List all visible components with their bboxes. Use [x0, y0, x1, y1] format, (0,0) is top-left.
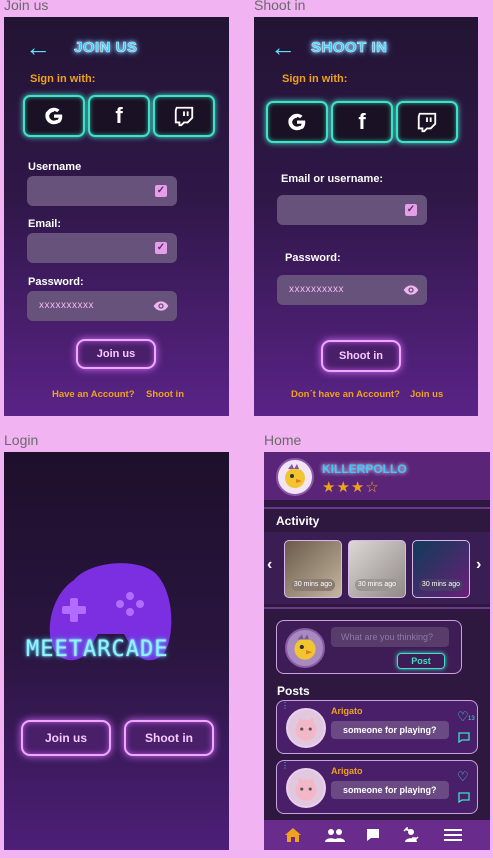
divider: [264, 607, 490, 609]
twitch-icon: [417, 112, 437, 133]
activity-carousel: ‹ 30 mins ago 30 mins ago 30 mins ago ›: [264, 532, 490, 604]
shoot-in-button[interactable]: Shoot in: [124, 720, 214, 756]
post-button[interactable]: Post: [397, 653, 445, 669]
back-arrow-icon[interactable]: ←: [270, 34, 296, 60]
username-field[interactable]: ✓: [27, 176, 177, 206]
shoot-in-button[interactable]: Shoot in: [321, 340, 401, 372]
username-label: Username: [28, 161, 82, 173]
bottom-nav: [264, 820, 490, 850]
activity-item-1[interactable]: 30 mins ago: [284, 540, 342, 598]
page-title: JOIN US: [74, 39, 138, 57]
heart-icon[interactable]: ♡: [457, 709, 469, 725]
password-label: Password:: [285, 252, 341, 264]
frame-label-login: Login: [4, 432, 39, 448]
posts-title: Posts: [277, 684, 310, 698]
check-icon: ✓: [155, 185, 167, 197]
more-options-icon[interactable]: ⋮: [281, 702, 289, 710]
page-title: SHOOT IN: [311, 39, 388, 57]
home-screen: KILLERPOLLO ★★★☆ Activity ‹ 30 mins ago …: [264, 452, 490, 850]
activity-title: Activity: [276, 514, 320, 528]
activity-time: 30 mins ago: [419, 579, 463, 591]
join-us-screen: ← JOIN US Sign in with: f Username ✓ Ema…: [4, 17, 229, 416]
facebook-icon: f: [115, 103, 123, 128]
email-or-username-field[interactable]: ✓: [277, 195, 427, 225]
post-composer: What are you thinking? Post: [276, 620, 462, 674]
cat-avatar-icon: [295, 717, 317, 741]
back-arrow-icon[interactable]: ←: [25, 34, 51, 60]
user-avatar[interactable]: [276, 458, 314, 496]
chat-icon[interactable]: [366, 828, 380, 842]
post-card: ⋮ Arigato someone for playing? ♡ 13: [276, 700, 478, 754]
divider: [264, 507, 490, 509]
composer-input[interactable]: What are you thinking?: [331, 627, 449, 647]
frame-label-shoot: Shoot in: [254, 0, 306, 13]
rating-stars-icon: ★★★☆: [322, 479, 380, 496]
post-avatar: [286, 708, 326, 748]
check-icon: ✓: [405, 204, 417, 216]
join-us-link[interactable]: Join us: [410, 389, 443, 400]
menu-icon[interactable]: [444, 828, 462, 842]
activity-item-3[interactable]: 30 mins ago: [412, 540, 470, 598]
password-value: xxxxxxxxxx: [289, 284, 344, 295]
more-options-icon[interactable]: ⋮: [281, 762, 289, 770]
chicken-avatar-icon: [294, 634, 316, 660]
post-author: Arigato: [331, 766, 363, 776]
shoot-in-screen: ← SHOOT IN Sign in with: f Email or user…: [254, 17, 478, 416]
chicken-avatar-icon: [285, 464, 305, 488]
activity-time: 30 mins ago: [355, 579, 399, 591]
heart-icon[interactable]: ♡: [457, 769, 469, 785]
twitch-icon: [174, 106, 194, 127]
post-text: someone for playing?: [331, 781, 449, 799]
email-field[interactable]: ✓: [27, 233, 177, 263]
join-us-button[interactable]: Join us: [21, 720, 111, 756]
frame-label-home: Home: [264, 432, 302, 448]
google-button[interactable]: [266, 101, 328, 143]
like-count: 13: [468, 716, 475, 722]
facebook-button[interactable]: f: [88, 95, 150, 137]
activity-time: 30 mins ago: [291, 579, 335, 591]
eye-icon[interactable]: [403, 283, 419, 297]
password-label: Password:: [28, 276, 84, 288]
chevron-left-icon[interactable]: ‹: [267, 556, 272, 574]
comment-icon[interactable]: [458, 732, 470, 743]
frame-label-join: Join us: [4, 0, 49, 13]
swap-icon[interactable]: [402, 827, 420, 843]
app-logo-text: MEETARCADE: [26, 637, 169, 662]
home-icon[interactable]: [284, 827, 302, 843]
sign-in-with-label: Sign in with:: [282, 73, 348, 85]
join-us-button[interactable]: Join us: [76, 339, 156, 369]
shoot-in-link[interactable]: Shoot in: [146, 389, 184, 400]
comment-icon[interactable]: [458, 792, 470, 803]
google-icon: [45, 107, 63, 125]
post-card: ⋮ Arigato someone for playing? ♡: [276, 760, 478, 814]
facebook-button[interactable]: f: [331, 101, 393, 143]
sign-in-with-label: Sign in with:: [30, 73, 96, 85]
eye-icon[interactable]: [153, 299, 169, 313]
login-screen: MEETARCADE Join us Shoot in: [4, 452, 229, 850]
facebook-icon: f: [358, 109, 366, 134]
profile-username: KILLERPOLLO: [322, 462, 407, 476]
password-field[interactable]: xxxxxxxxxx: [27, 291, 177, 321]
have-account-text: Have an Account?: [52, 389, 135, 400]
activity-item-2[interactable]: 30 mins ago: [348, 540, 406, 598]
google-icon: [288, 113, 306, 131]
twitch-button[interactable]: [396, 101, 458, 143]
email-label: Email:: [28, 218, 62, 230]
friends-icon[interactable]: [324, 828, 346, 842]
cat-avatar-icon: [295, 777, 317, 801]
password-value: xxxxxxxxxx: [39, 300, 94, 311]
check-icon: ✓: [155, 242, 167, 254]
google-button[interactable]: [23, 95, 85, 137]
composer-avatar: [285, 628, 325, 668]
post-author: Arigato: [331, 706, 363, 716]
twitch-button[interactable]: [153, 95, 215, 137]
post-text: someone for playing?: [331, 721, 449, 739]
chevron-right-icon[interactable]: ›: [476, 556, 481, 574]
email-or-username-label: Email or username:: [281, 173, 384, 185]
post-avatar: [286, 768, 326, 808]
no-account-text: Don´t have an Account?: [291, 389, 400, 400]
profile-header: KILLERPOLLO ★★★☆: [264, 452, 490, 500]
password-field[interactable]: xxxxxxxxxx: [277, 275, 427, 305]
